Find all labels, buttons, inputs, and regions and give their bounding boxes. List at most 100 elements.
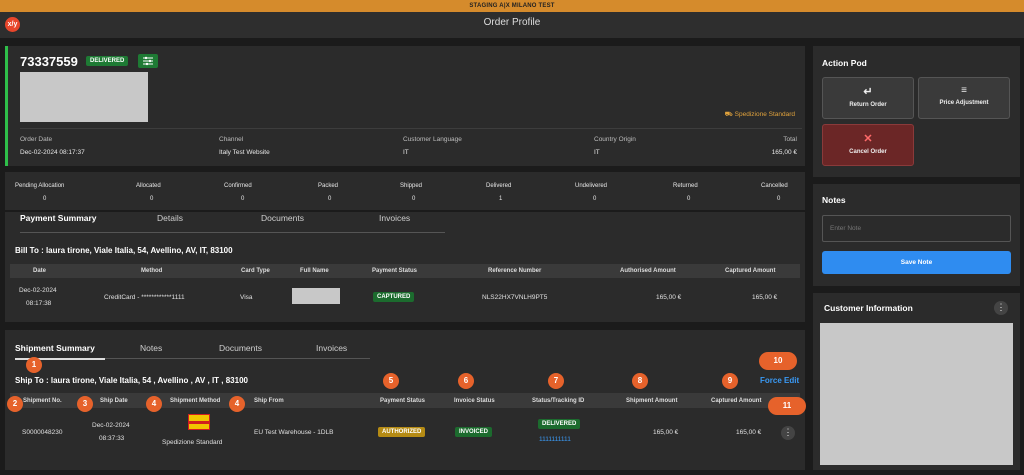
sliders-icon: ≡ [961,85,967,96]
authorised-amount: 165,00 € [656,294,682,301]
col-date: Date [33,268,47,274]
shipment-captured-amount: 165,00 € [736,429,762,436]
annotation-marker: 10 [759,352,797,370]
shipping-method-indicator: ⛟ Spedizione Standard [725,110,795,119]
country-origin-label: Country Origin [594,136,636,143]
shipment-number[interactable]: S0000048230 [22,429,63,436]
customer-info-title: Customer Information [824,303,913,313]
tab-invoices[interactable]: Invoices [379,213,410,223]
channel-value: Italy Test Website [219,149,270,156]
customer-address-redacted [20,72,148,122]
col-full-name: Full Name [300,268,329,274]
col-ship-date: Ship Date [100,398,128,404]
shipment-amount: 165,00 € [653,429,679,436]
row-more-menu[interactable]: ⋮ [781,426,795,440]
status-count-label: Shipped [400,183,423,189]
tab-details[interactable]: Details [157,213,183,223]
card-type: Visa [240,294,253,301]
status-count-value: 0 [687,196,691,202]
country-origin-value: IT [594,149,600,156]
tab-documents[interactable]: Documents [261,213,304,223]
channel-label: Channel [219,136,244,143]
status-count-value: 0 [150,196,154,202]
action-pod-panel: Action Pod ↵ Return Order ≡ Price Adjust… [813,46,1020,177]
sliders-icon [143,56,153,66]
col-payment-status: Payment Status [380,398,426,404]
notes-title: Notes [822,195,846,205]
col-reference-number: Reference Number [488,268,542,274]
status-count-label: Cancelled [761,183,788,189]
col-card-type: Card Type [241,268,270,274]
status-count-label: Confirmed [224,183,252,189]
order-status-badge: DELIVERED [86,56,129,66]
annotation-marker: 2 [7,396,23,412]
carrier-logo-stripe [189,421,209,424]
annotation-marker: 6 [458,373,474,389]
annotation-marker: 9 [722,373,738,389]
ship-time: 08:37:33 [99,435,125,442]
total-label: Total [783,136,797,143]
return-arrow-icon: ↵ [863,86,873,98]
total-value: 165,00 € [771,149,797,156]
xy-badge[interactable]: x/y [5,17,20,32]
status-count-label: Undelivered [575,183,608,189]
page-title: Order Profile [0,12,1024,38]
annotation-marker: 5 [383,373,399,389]
col-shipment-no: Shipment No. [23,398,62,404]
status-count-value: 0 [412,196,416,202]
tracking-id-link[interactable]: 1111111111 [539,436,571,443]
note-input[interactable] [822,215,1011,242]
status-count-value: 0 [777,196,781,202]
return-order-label: Return Order [849,102,887,108]
annotation-marker: 8 [632,373,648,389]
col-ship-from: Ship From [254,398,284,404]
shipment-section: Shipment Summary Notes Documents Invoice… [5,330,805,470]
col-invoice-status: Invoice Status [454,398,495,404]
col-status-tracking: Status/Tracking ID [532,398,585,404]
order-details-toggle[interactable] [138,54,158,68]
shipping-method-label: Spedizione Standard [734,111,795,118]
payment-method: CreditCard - ************1111 [104,294,185,301]
order-date-value: Dec-02-2024 08:17:37 [20,149,85,156]
notes-panel: Notes Save Note [813,184,1020,286]
status-count-label: Delivered [486,183,512,189]
return-order-button[interactable]: ↵ Return Order [822,77,914,119]
shipment-status-badge: DELIVERED [538,419,581,429]
customer-info-redacted [820,323,1013,465]
annotation-marker: 4 [229,396,245,412]
col-shipment-amount: Shipment Amount [626,398,678,404]
payment-section: Payment Summary Details Documents Invoic… [5,212,805,322]
ship-date: Dec-02-2024 [92,422,130,429]
annotation-marker: 7 [548,373,564,389]
shipment-method-name: Spedizione Standard [162,439,223,446]
save-note-button[interactable]: Save Note [822,251,1011,274]
tab-payment-summary[interactable]: Payment Summary [20,213,97,223]
cancel-order-button[interactable]: ✕ Cancel Order [822,124,914,166]
customer-language-label: Customer Language [403,136,462,143]
col-shipment-method: Shipment Method [170,398,221,404]
tab-underline [20,232,445,233]
kebab-icon: ⋮ [996,302,1006,312]
tab-shipment-notes[interactable]: Notes [140,343,162,353]
status-count-value: 0 [593,196,597,202]
bill-to-address: Bill To : laura tirone, Viale Italia, 54… [15,246,233,255]
tab-shipment-summary[interactable]: Shipment Summary [15,343,95,353]
price-adjustment-button[interactable]: ≡ Price Adjustment [918,77,1010,119]
col-payment-status: Payment Status [372,268,418,274]
reference-number: NLS22HX7VNLH9PT5 [482,294,548,301]
customer-info-panel: Customer Information ⋮ [813,293,1020,470]
shipment-payment-status-badge: AUTHORIZED [378,427,426,437]
force-edit-link[interactable]: Force Edit [760,376,799,385]
status-counts-bar: Pending Allocation 0 Allocated 0 Confirm… [5,172,805,210]
cancel-order-label: Cancel Order [849,149,887,155]
annotation-marker: 1 [26,357,42,373]
customer-language-value: IT [403,149,409,156]
customer-info-menu[interactable]: ⋮ [994,301,1008,315]
annotation-marker: 4 [146,396,162,412]
ship-from-warehouse: EU Test Warehouse - 1DLB [254,429,334,436]
tab-shipment-documents[interactable]: Documents [219,343,262,353]
status-count-label: Pending Allocation [15,183,65,189]
carrier-logo [188,414,210,430]
tab-shipment-invoices[interactable]: Invoices [316,343,347,353]
order-number: 73337559 [20,54,78,69]
